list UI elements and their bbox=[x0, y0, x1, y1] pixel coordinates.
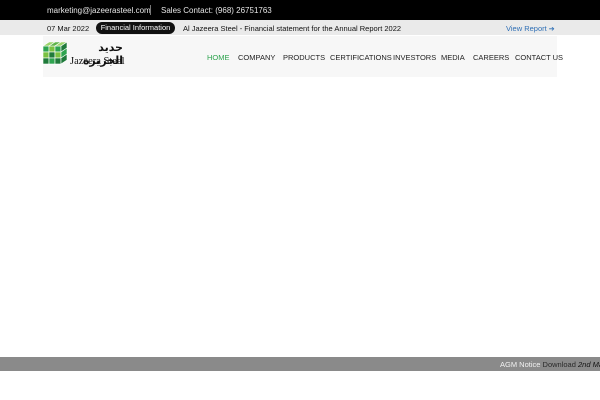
nav-products[interactable]: PRODUCTS bbox=[283, 53, 325, 62]
nav-investors[interactable]: INVESTORS bbox=[393, 53, 436, 62]
contact-email-link[interactable]: marketing@jazeerasteel.com bbox=[47, 6, 151, 15]
nav-home[interactable]: HOME bbox=[207, 53, 230, 62]
nav-certifications[interactable]: CERTIFICATIONS bbox=[330, 53, 392, 62]
agm-download-link[interactable]: Download bbox=[543, 360, 576, 369]
arrow-right-icon: ➔ bbox=[548, 25, 555, 33]
news-category-badge: Financial Information bbox=[96, 21, 175, 34]
agm-notice-ticker: AGM Notice Download 2nd Ma bbox=[0, 357, 600, 371]
view-report-link[interactable]: View Report ➔ bbox=[506, 24, 555, 33]
nav-careers[interactable]: CAREERS bbox=[473, 53, 509, 62]
sales-contact-text: Sales Contact: (968) 26751763 bbox=[161, 6, 272, 15]
agm-notice-date: 2nd Ma bbox=[577, 360, 600, 369]
site-header: حديد الجزيرة Jazeera Steel HOME COMPANY … bbox=[43, 36, 563, 77]
main-nav: HOME COMPANY PRODUCTS CERTIFICATIONS INV… bbox=[43, 36, 563, 77]
news-date: 07 Mar 2022 bbox=[47, 23, 90, 33]
agm-notice-label: AGM Notice bbox=[500, 360, 541, 369]
topbar-divider bbox=[150, 5, 151, 15]
agm-notice-text: AGM Notice Download 2nd Ma bbox=[500, 360, 600, 369]
top-contact-bar: marketing@jazeerasteel.com Sales Contact… bbox=[0, 0, 600, 20]
view-report-label: View Report bbox=[506, 23, 547, 33]
nav-contact-us[interactable]: CONTACT US bbox=[515, 53, 563, 62]
news-headline-link[interactable]: Al Jazeera Steel - Financial statement f… bbox=[183, 24, 401, 33]
nav-media[interactable]: MEDIA bbox=[441, 53, 465, 62]
news-ticker-bar: 07 Mar 2022 Financial Information Al Jaz… bbox=[0, 20, 600, 35]
nav-company[interactable]: COMPANY bbox=[238, 53, 275, 62]
